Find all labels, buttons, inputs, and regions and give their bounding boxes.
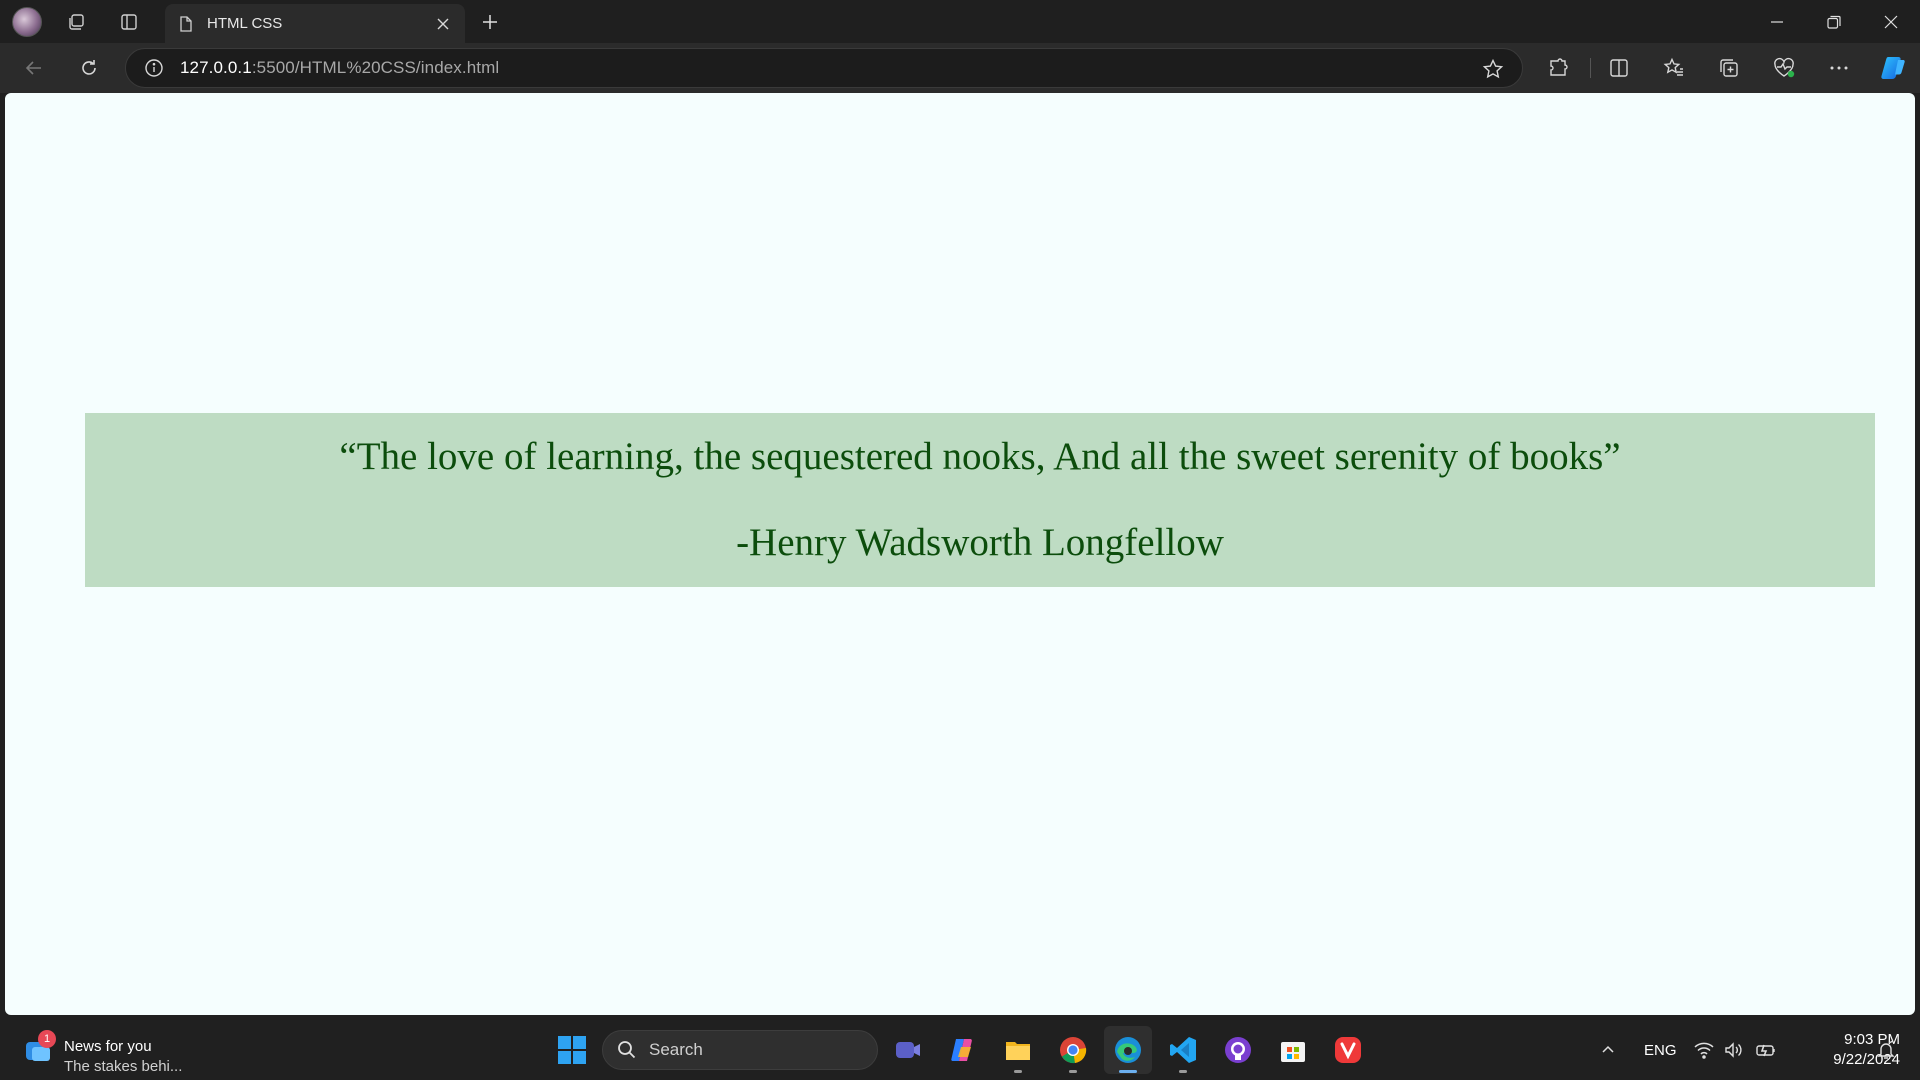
vertical-tabs-icon[interactable]: [113, 6, 145, 38]
url-path: :5500/HTML%20CSS/index.html: [251, 58, 500, 77]
running-indicator: [1069, 1070, 1077, 1073]
start-button[interactable]: [548, 1026, 596, 1074]
vivaldi-icon[interactable]: [1324, 1026, 1372, 1074]
language-indicator[interactable]: ENG: [1644, 1020, 1677, 1080]
browser-toolbar: 127.0.0.1:5500/HTML%20CSS/index.html: [0, 43, 1920, 93]
more-options-icon[interactable]: [1821, 51, 1857, 85]
back-icon[interactable]: [16, 51, 52, 85]
quote-text: “The love of learning, the sequestered n…: [339, 435, 1621, 478]
toolbar-separator: [1590, 58, 1591, 78]
extensions-icon[interactable]: [1540, 51, 1576, 85]
restore-icon[interactable]: [1805, 0, 1862, 43]
browser-essentials-icon[interactable]: [1766, 51, 1802, 85]
volume-icon[interactable]: [1724, 1020, 1744, 1080]
minimize-icon[interactable]: [1748, 0, 1805, 43]
quote-box: “The love of learning, the sequestered n…: [85, 413, 1875, 587]
taskbar: 1 News for you The stakes behi... Search: [0, 1020, 1920, 1080]
address-bar[interactable]: 127.0.0.1:5500/HTML%20CSS/index.html: [125, 48, 1523, 88]
taskbar-search[interactable]: Search: [602, 1030, 878, 1070]
running-indicator: [1014, 1070, 1022, 1073]
running-indicator: [1179, 1070, 1187, 1073]
url-text: 127.0.0.1:5500/HTML%20CSS/index.html: [180, 58, 499, 78]
edge-icon[interactable]: [1104, 1026, 1152, 1074]
news-subtitle: The stakes behi...: [64, 1058, 183, 1075]
site-info-icon[interactable]: [144, 58, 164, 78]
microsoft-store-icon[interactable]: [1269, 1026, 1317, 1074]
tab-title: HTML CSS: [207, 15, 283, 32]
close-tab-icon[interactable]: [429, 10, 457, 38]
collections-icon[interactable]: [1711, 51, 1747, 85]
split-screen-icon[interactable]: [1601, 51, 1637, 85]
meet-now-icon[interactable]: [884, 1026, 932, 1074]
copilot-icon[interactable]: [1875, 51, 1911, 85]
page-icon: [177, 15, 195, 33]
close-window-icon[interactable]: [1862, 0, 1919, 43]
url-host: 127.0.0.1: [180, 58, 252, 77]
search-placeholder: Search: [649, 1040, 703, 1059]
page-viewport: “The love of learning, the sequestered n…: [5, 93, 1915, 1015]
news-badge: 1: [38, 1030, 56, 1048]
news-title: News for you: [64, 1038, 152, 1055]
vs-code-icon[interactable]: [1159, 1026, 1207, 1074]
wifi-icon[interactable]: [1694, 1020, 1714, 1080]
favorite-star-icon[interactable]: [1482, 58, 1504, 80]
news-widget[interactable]: 1 News for you The stakes behi...: [24, 1030, 204, 1075]
workspaces-icon[interactable]: [61, 6, 93, 38]
running-indicator: [1119, 1070, 1137, 1073]
copilot-app-icon[interactable]: [939, 1026, 987, 1074]
refresh-icon[interactable]: [71, 51, 107, 85]
battery-icon[interactable]: [1755, 1020, 1777, 1080]
github-desktop-icon[interactable]: [1214, 1026, 1262, 1074]
new-tab-icon[interactable]: [474, 6, 506, 38]
favorites-icon[interactable]: [1656, 51, 1692, 85]
search-icon: [617, 1040, 637, 1060]
notifications-icon[interactable]: [1876, 1020, 1896, 1080]
tab-strip: HTML CSS: [0, 0, 1920, 43]
quote-author: -Henry Wadsworth Longfellow: [736, 521, 1224, 564]
tray-overflow-icon[interactable]: [1600, 1020, 1616, 1080]
tab-active[interactable]: HTML CSS: [165, 4, 465, 43]
chrome-icon[interactable]: [1049, 1026, 1097, 1074]
file-explorer-icon[interactable]: [994, 1026, 1042, 1074]
profile-avatar[interactable]: [12, 7, 42, 37]
